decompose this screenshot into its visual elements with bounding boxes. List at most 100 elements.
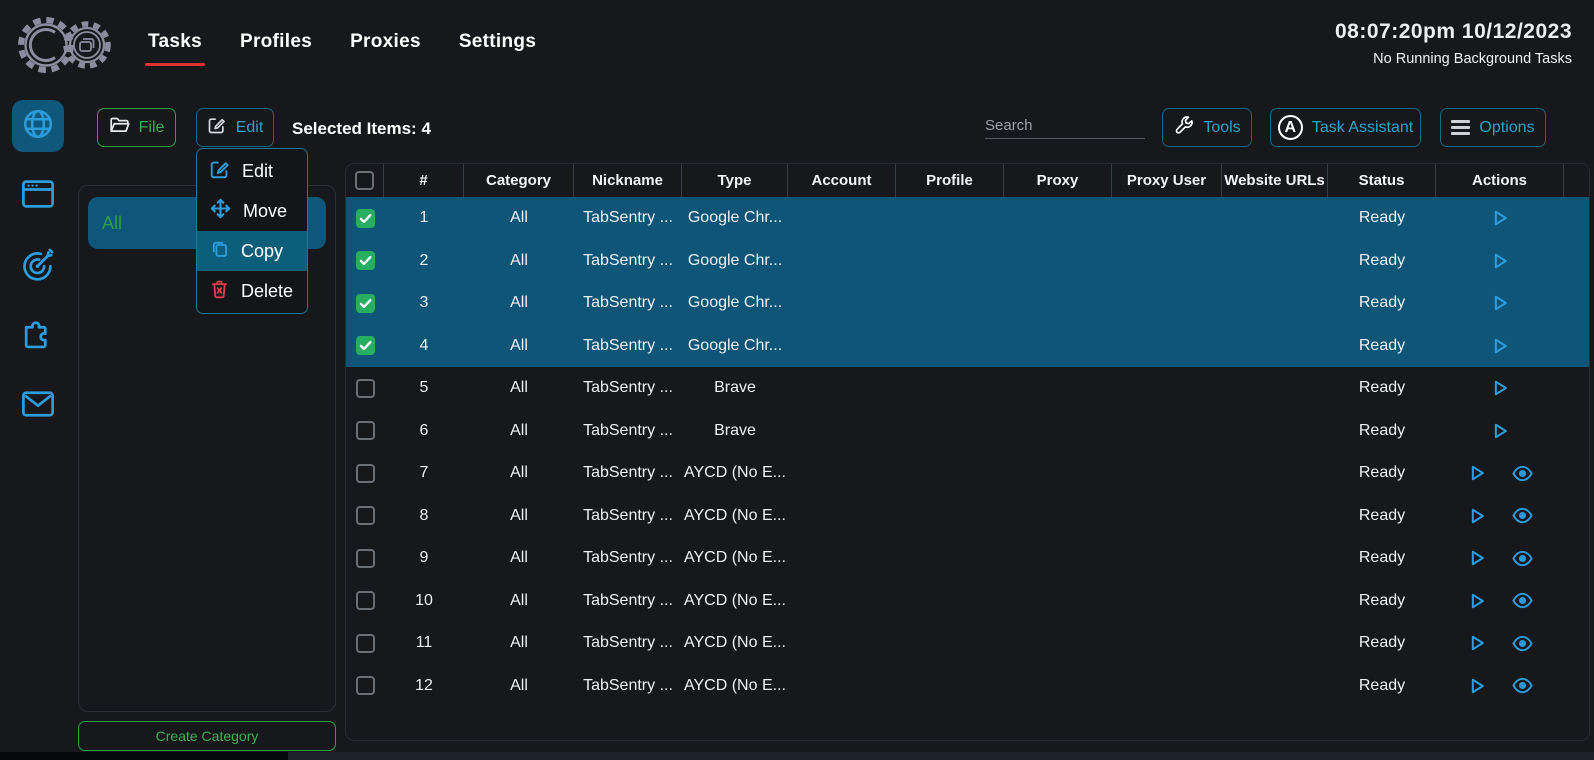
- horizontal-scrollbar-track[interactable]: [288, 752, 1594, 760]
- rail-item-profiles[interactable]: [12, 170, 64, 222]
- play-icon[interactable]: [1467, 676, 1487, 696]
- task-row[interactable]: 10 All TabSentry ... AYCD (No E... Ready: [346, 580, 1589, 623]
- row-cell: All: [510, 209, 528, 227]
- row-cell: Ready: [1358, 379, 1406, 397]
- row-checkbox[interactable]: [355, 293, 375, 313]
- task-row[interactable]: 3 All TabSentry ... Google Chr... Ready: [346, 282, 1589, 325]
- row-checkbox[interactable]: [355, 208, 375, 228]
- row-checkbox[interactable]: [355, 548, 375, 568]
- eye-icon[interactable]: [1511, 504, 1534, 527]
- row-cell: 6: [419, 421, 429, 439]
- row-checkbox[interactable]: [355, 506, 375, 526]
- row-checkbox[interactable]: [355, 591, 375, 611]
- rail-item-monitors[interactable]: [12, 240, 64, 292]
- row-cell: TabSentry ...: [583, 379, 673, 397]
- eye-icon[interactable]: [1511, 589, 1534, 612]
- rail-item-messages[interactable]: [12, 380, 64, 432]
- row-cell: TabSentry ...: [583, 294, 673, 312]
- menu-item-copy[interactable]: Copy: [197, 231, 307, 271]
- play-icon[interactable]: [1467, 633, 1487, 653]
- header-scroll-gutter: [1564, 164, 1589, 197]
- row-actions-cell: [1436, 547, 1564, 570]
- row-cell: AYCD (No E...: [684, 464, 786, 482]
- row-checkbox[interactable]: [355, 463, 375, 483]
- row-cell: 5: [419, 379, 429, 397]
- row-checkbox-cell: [346, 208, 384, 228]
- row-cell: 12: [415, 676, 433, 694]
- row-cell: All: [510, 294, 528, 312]
- task-row[interactable]: 4 All TabSentry ... Google Chr... Ready: [346, 324, 1589, 367]
- row-actions-cell: [1436, 421, 1564, 441]
- play-icon[interactable]: [1490, 378, 1510, 398]
- nav-tab-profiles[interactable]: Profiles: [240, 31, 312, 53]
- edit-dropdown-menu: Edit Move Copy Delete: [196, 148, 308, 314]
- row-cell: Brave: [714, 421, 756, 439]
- play-icon[interactable]: [1467, 548, 1487, 568]
- task-row[interactable]: 6 All TabSentry ... Brave Ready: [346, 410, 1589, 453]
- file-button[interactable]: File: [97, 108, 176, 147]
- create-category-button[interactable]: Create Category: [78, 721, 336, 751]
- row-checkbox-cell: [346, 548, 384, 568]
- category-item-label: All: [102, 212, 123, 233]
- eye-icon[interactable]: [1511, 462, 1534, 485]
- play-icon[interactable]: [1467, 591, 1487, 611]
- row-checkbox-cell: [346, 676, 384, 696]
- eye-icon[interactable]: [1511, 674, 1534, 697]
- eye-icon[interactable]: [1511, 547, 1534, 570]
- row-cell: TabSentry ...: [583, 591, 673, 609]
- play-icon[interactable]: [1490, 293, 1510, 313]
- menu-item-edit[interactable]: Edit: [197, 151, 307, 191]
- tools-button[interactable]: Tools: [1162, 108, 1252, 147]
- row-cell: Ready: [1358, 506, 1406, 524]
- nav-tab-tasks[interactable]: Tasks: [145, 31, 205, 66]
- row-checkbox-cell: [346, 591, 384, 611]
- options-button-label: Options: [1479, 118, 1535, 136]
- select-all-checkbox[interactable]: [355, 171, 374, 190]
- row-cell: TabSentry ...: [583, 464, 673, 482]
- row-checkbox[interactable]: [355, 676, 375, 696]
- menu-item-move[interactable]: Move: [197, 191, 307, 231]
- header-select-all-cell[interactable]: [346, 164, 384, 197]
- play-icon[interactable]: [1467, 506, 1487, 526]
- rail-item-integrations[interactable]: [12, 310, 64, 362]
- row-checkbox[interactable]: [355, 421, 375, 441]
- task-row[interactable]: 9 All TabSentry ... AYCD (No E... Ready: [346, 537, 1589, 580]
- nav-tab-proxies[interactable]: Proxies: [350, 31, 421, 53]
- column-header: Website URLs: [1222, 164, 1328, 197]
- row-checkbox-cell: [346, 506, 384, 526]
- row-checkbox[interactable]: [355, 633, 375, 653]
- play-icon[interactable]: [1490, 336, 1510, 356]
- search-input[interactable]: [985, 113, 1145, 139]
- move-arrows-icon: [209, 197, 232, 225]
- edit-button[interactable]: Edit: [196, 108, 274, 147]
- play-icon[interactable]: [1490, 251, 1510, 271]
- task-row[interactable]: 5 All TabSentry ... Brave Ready: [346, 367, 1589, 410]
- row-checkbox-cell: [346, 421, 384, 441]
- row-checkbox[interactable]: [355, 378, 375, 398]
- row-cell: Google Chr...: [687, 251, 783, 269]
- rail-item-tasks[interactable]: [12, 100, 64, 152]
- column-header: Category: [464, 164, 574, 197]
- play-icon[interactable]: [1490, 421, 1510, 441]
- task-row[interactable]: 11 All TabSentry ... AYCD (No E... Ready: [346, 622, 1589, 665]
- row-checkbox[interactable]: [355, 251, 375, 271]
- task-row[interactable]: 8 All TabSentry ... AYCD (No E... Ready: [346, 495, 1589, 538]
- play-icon[interactable]: [1467, 463, 1487, 483]
- row-cell: Ready: [1358, 676, 1406, 694]
- menu-item-delete[interactable]: Delete: [197, 271, 307, 311]
- task-row[interactable]: 2 All TabSentry ... Google Chr... Ready: [346, 239, 1589, 282]
- row-checkbox[interactable]: [355, 336, 375, 356]
- task-assistant-button[interactable]: A Task Assistant: [1270, 108, 1421, 147]
- nav-tab-settings[interactable]: Settings: [459, 31, 536, 53]
- eye-icon[interactable]: [1511, 632, 1534, 655]
- row-cell: Google Chr...: [687, 336, 783, 354]
- mail-envelope-icon: [20, 388, 56, 425]
- task-row[interactable]: 12 All TabSentry ... AYCD (No E... Ready: [346, 665, 1589, 708]
- play-icon[interactable]: [1490, 208, 1510, 228]
- row-cell: 7: [419, 464, 429, 482]
- horizontal-scrollbar-thumb[interactable]: [0, 752, 288, 760]
- task-row[interactable]: 7 All TabSentry ... AYCD (No E... Ready: [346, 452, 1589, 495]
- options-button[interactable]: Options: [1440, 108, 1546, 147]
- menu-item-label: Copy: [241, 240, 284, 261]
- task-row[interactable]: 1 All TabSentry ... Google Chr... Ready: [346, 197, 1589, 240]
